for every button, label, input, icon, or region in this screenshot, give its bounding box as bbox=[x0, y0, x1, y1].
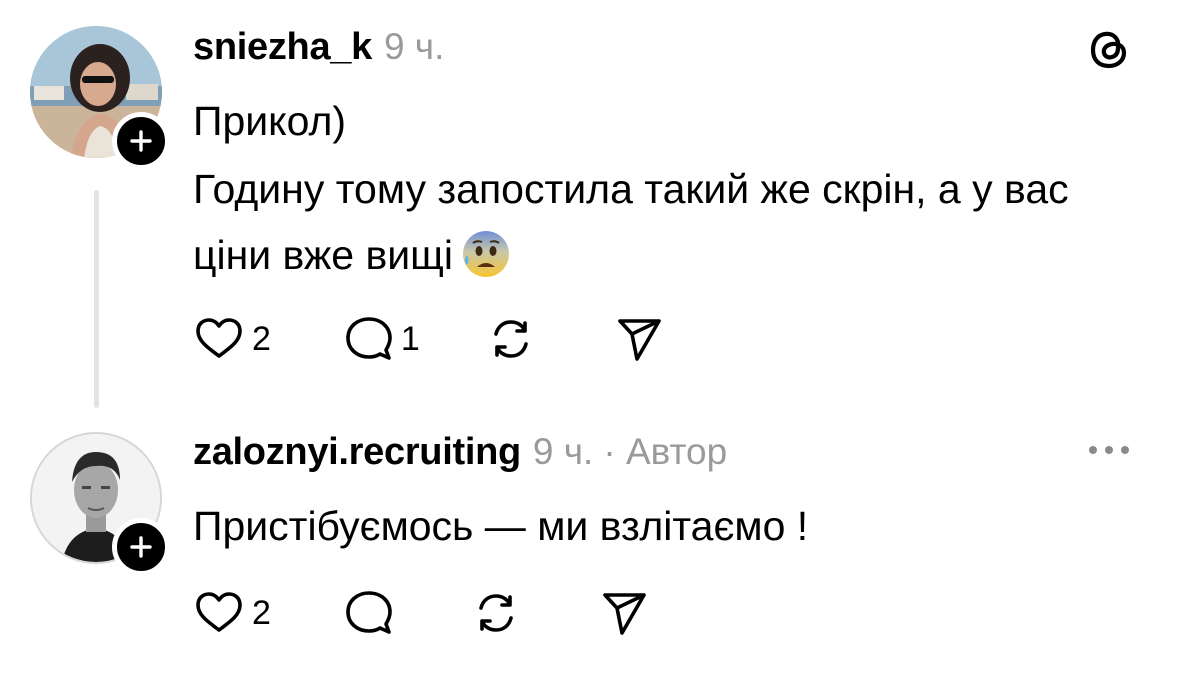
comment-icon bbox=[346, 317, 392, 360]
reply-button[interactable] bbox=[341, 586, 395, 640]
action-bar: 2 bbox=[192, 586, 651, 640]
username[interactable]: zaloznyi.recruiting bbox=[193, 431, 521, 474]
repost-icon bbox=[479, 594, 513, 632]
reply-button[interactable]: 1 bbox=[341, 312, 420, 366]
repost-icon bbox=[494, 320, 528, 358]
more-options-icon[interactable] bbox=[1085, 435, 1133, 465]
comment-zaloznyi: zaloznyi.recruiting 9 ч. · Автор Пристіб… bbox=[0, 415, 1179, 676]
plus-icon bbox=[130, 536, 152, 558]
timestamp: 9 ч. bbox=[532, 431, 594, 472]
share-button[interactable] bbox=[597, 586, 651, 640]
thread-line bbox=[94, 190, 99, 408]
comment-icon bbox=[346, 591, 392, 634]
follow-button[interactable] bbox=[112, 518, 170, 576]
share-button[interactable] bbox=[612, 312, 666, 366]
author-badge: · Автор bbox=[603, 431, 728, 472]
like-count: 2 bbox=[252, 593, 271, 632]
action-bar: 2 1 bbox=[192, 312, 666, 366]
comment-text-body: Годину тому запостила такий же скрін, а … bbox=[193, 156, 1143, 288]
comment-text-line: Прикол) bbox=[193, 98, 347, 144]
comment-text: Пристібуємось — ми взлітаємо ! bbox=[193, 503, 809, 549]
repost-button[interactable] bbox=[484, 312, 538, 366]
repost-button[interactable] bbox=[469, 586, 523, 640]
follow-button[interactable] bbox=[112, 112, 170, 170]
username[interactable]: sniezha_k bbox=[193, 26, 372, 69]
comment-header: sniezha_k 9 ч. bbox=[193, 26, 444, 69]
plus-icon bbox=[130, 130, 152, 152]
comment-header: zaloznyi.recruiting 9 ч. · Автор bbox=[193, 431, 727, 474]
send-icon bbox=[603, 593, 646, 635]
comment-sniezha: sniezha_k 9 ч. Прикол) Годину тому запос… bbox=[0, 0, 1179, 415]
anxious-face-with-sweat-emoji bbox=[463, 231, 509, 277]
threads-logo-icon[interactable] bbox=[1085, 25, 1133, 73]
timestamp: 9 ч. bbox=[383, 26, 445, 67]
like-count: 2 bbox=[252, 319, 271, 358]
heart-icon bbox=[196, 318, 242, 358]
comment-text: Годину тому запостила такий же скрін, а … bbox=[193, 166, 1069, 278]
send-icon bbox=[618, 319, 661, 361]
like-button[interactable]: 2 bbox=[192, 586, 271, 640]
like-button[interactable]: 2 bbox=[192, 312, 271, 366]
reply-count: 1 bbox=[400, 319, 420, 358]
heart-icon bbox=[196, 592, 242, 632]
